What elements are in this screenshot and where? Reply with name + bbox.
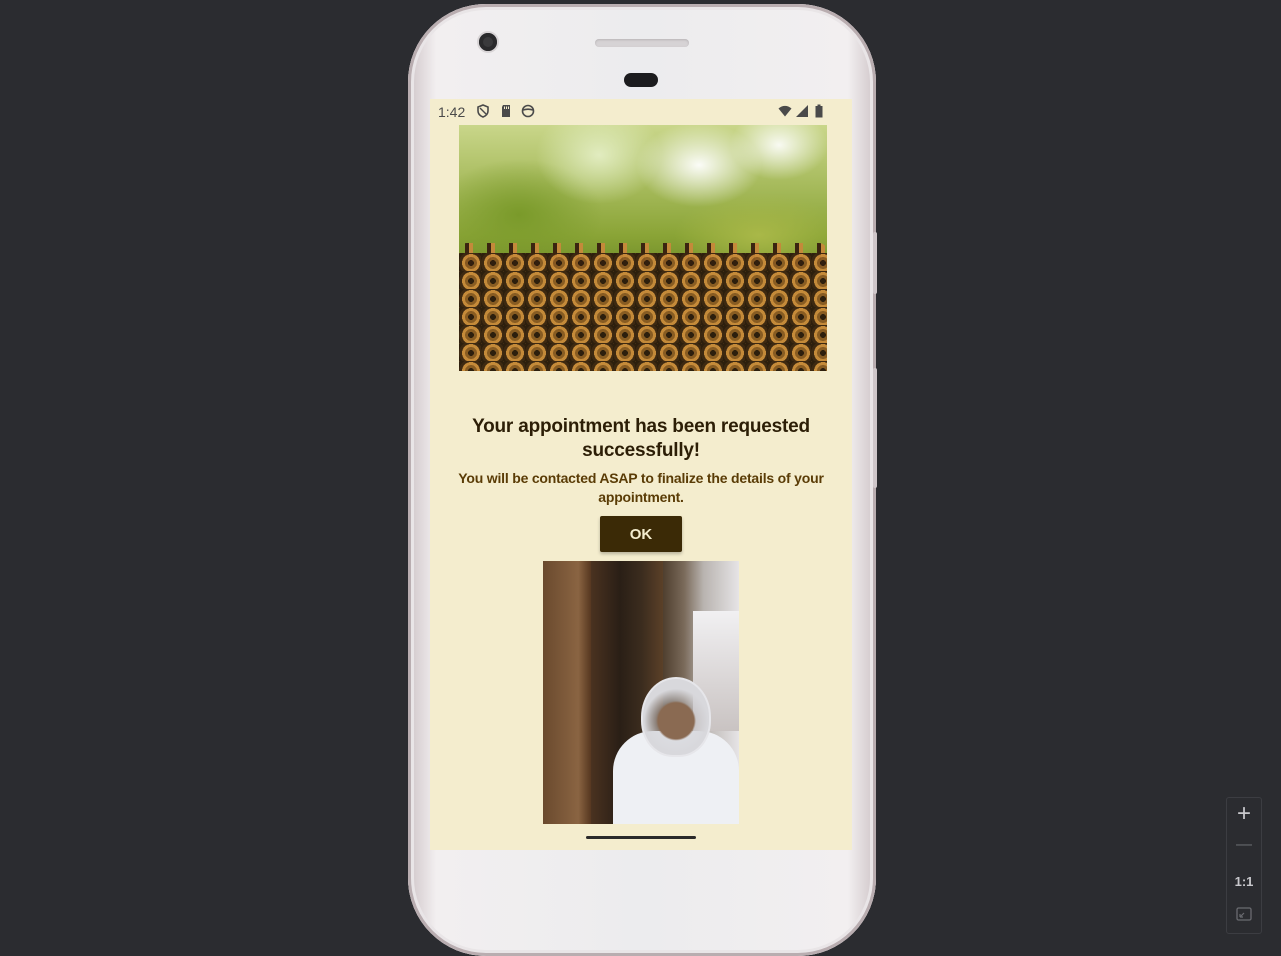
device-screen: 1:42 Your appointment has been requested… bbox=[430, 99, 852, 850]
signal-icon bbox=[796, 105, 808, 117]
front-camera-icon bbox=[479, 33, 497, 51]
zoom-controls: + — 1:1 bbox=[1226, 797, 1262, 934]
proximity-sensor bbox=[624, 73, 658, 87]
shield-icon bbox=[477, 104, 489, 118]
wifi-icon bbox=[778, 105, 792, 117]
zoom-in-button[interactable]: + bbox=[1227, 800, 1261, 828]
beekeeper-photo bbox=[543, 561, 739, 824]
status-time: 1:42 bbox=[438, 104, 466, 120]
earpiece-speaker bbox=[595, 39, 689, 47]
ok-button[interactable]: OK bbox=[600, 516, 682, 552]
bees-on-honeycomb-image bbox=[459, 125, 827, 371]
confirmation-title: Your appointment has been requested succ… bbox=[472, 416, 810, 461]
actual-size-button[interactable]: 1:1 bbox=[1227, 874, 1261, 889]
fit-screen-icon[interactable] bbox=[1236, 906, 1252, 922]
face-icon bbox=[521, 104, 535, 118]
power-button bbox=[873, 232, 877, 294]
zoom-out-button[interactable]: — bbox=[1227, 836, 1261, 854]
battery-icon bbox=[815, 104, 823, 118]
confirmation-message: You will be contacted ASAP to finalize t… bbox=[458, 470, 824, 505]
home-indicator[interactable] bbox=[586, 836, 696, 839]
volume-button bbox=[873, 368, 877, 488]
status-bar: 1:42 bbox=[430, 99, 852, 125]
sd-card-icon bbox=[502, 105, 510, 117]
